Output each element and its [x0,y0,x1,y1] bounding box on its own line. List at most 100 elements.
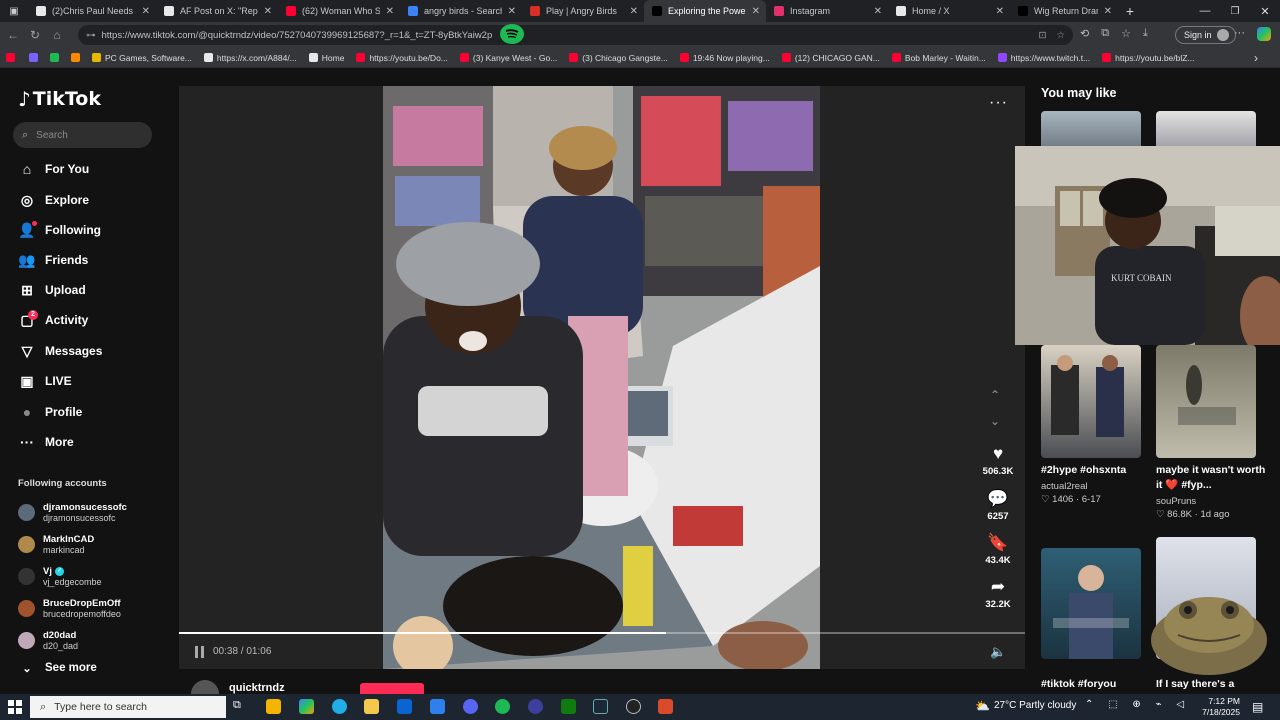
site-info-icon[interactable]: ⊶ [86,30,96,41]
sign-in-button[interactable]: Sign in [1175,26,1236,44]
url-field[interactable]: ⊶ https://www.tiktok.com/@quicktrndz/vid… [78,25,1073,45]
next-video-icon[interactable]: ⌄ [990,414,1000,428]
follow-button[interactable] [360,683,424,694]
xbox-icon[interactable] [561,699,576,714]
copilot-taskbar-icon[interactable] [299,699,314,714]
bookmark-item[interactable]: (3) Chicago Gangste... [569,53,668,63]
photos-icon[interactable] [430,699,445,714]
bookmark-shortcut-icon[interactable] [71,53,80,62]
weather-text[interactable]: 27°C Partly cloudy [994,700,1076,711]
share-button[interactable]: ➦ 32.2K [975,577,1021,610]
nav-item-activity[interactable]: ▢ 2 Activity [18,308,158,332]
browser-tab[interactable]: AF Post on X: "Rep. AO ✕ [156,0,278,22]
bookmark-item[interactable]: Bob Marley - Waitin... [891,53,986,63]
edge-icon[interactable] [332,699,347,714]
recommended-thumbnail[interactable] [1156,111,1256,151]
author-avatar[interactable] [191,680,219,694]
tab-close-icon[interactable]: ✕ [264,6,272,17]
nav-item-upload[interactable]: ⊞ Upload [18,278,158,302]
translate-icon[interactable]: ⊡ [1039,30,1047,41]
nav-item-profile[interactable]: ● Profile [18,400,158,424]
bookmark-item[interactable]: PC Games, Software... [92,53,192,63]
bookmark-shortcut-icon[interactable] [29,53,38,62]
nav-item-for-you[interactable]: ⌂ For You [18,157,158,181]
taskbar-search-input[interactable]: ⌕ Type here to search [30,696,226,718]
volume-icon[interactable]: 🔈 [990,644,1006,660]
tab-close-icon[interactable]: ✕ [630,6,638,17]
more-options-icon[interactable]: ··· [989,94,1008,112]
restore-icon[interactable]: ❐ [1220,6,1250,17]
file-explorer-icon[interactable] [364,699,379,714]
close-window-icon[interactable]: ✕ [1250,5,1280,18]
heart-button[interactable]: ♥ 506.3K [975,444,1021,477]
previous-video-icon[interactable]: ⌃ [990,388,1000,402]
browser-tab[interactable]: Wig Return Dram ✕ [1010,0,1118,22]
media-app-icon[interactable] [528,699,543,714]
comment-button[interactable]: 💬 6257 [975,489,1021,522]
following-account[interactable]: Vj ✓ vj_edgecombe [18,562,168,590]
nav-item-explore[interactable]: ◎ Explore [18,188,158,212]
tab-close-icon[interactable]: ✕ [874,6,882,17]
following-account[interactable]: d20dad d20_dad [18,626,168,654]
nav-item-friends[interactable]: 👥 Friends [18,248,158,272]
video-frame[interactable] [383,86,820,669]
browser-tab[interactable]: Instagram ✕ [766,0,888,22]
copilot-icon[interactable] [1257,27,1271,41]
browser-tab[interactable]: Exploring the Power of ✕ [644,0,766,22]
new-tab-button[interactable]: + [1118,3,1142,19]
video-progress-bar[interactable] [179,632,1025,634]
back-icon[interactable]: ← [2,28,24,42]
bookmarks-overflow-icon[interactable]: › [1254,51,1258,65]
recommended-author[interactable]: actual2real [1041,481,1087,492]
settings-more-icon[interactable]: ··· [1234,27,1245,39]
steam-icon[interactable] [593,699,608,714]
bookmark-item[interactable]: (3) Kanye West - Go... [459,53,557,63]
nav-item-more[interactable]: ··· More [18,430,158,454]
game-app-icon[interactable] [658,699,673,714]
bookmark-item[interactable]: https://x.com/A884/... [203,53,297,63]
browser-tab[interactable]: Home / X ✕ [888,0,1010,22]
tab-close-icon[interactable]: ✕ [386,6,394,17]
refresh-icon[interactable]: ↻ [24,28,46,42]
tab-close-icon[interactable]: ✕ [1104,6,1112,17]
see-more-button[interactable]: ⌄ See more [18,656,158,680]
home-icon[interactable]: ⌂ [46,28,68,42]
recommended-thumbnail[interactable] [1156,345,1256,458]
extensions-icon[interactable]: ⟲ [1080,27,1089,40]
tab-close-icon[interactable]: ✕ [142,6,150,17]
bookmark-item[interactable]: https://youtu.be/Do... [356,53,448,63]
bookmark-item[interactable]: 19:46 Now playing... [679,53,770,63]
following-account[interactable]: MarkInCAD markincad [18,530,168,558]
notifications-icon[interactable]: ▤ [1252,700,1263,714]
tab-close-icon[interactable]: ✕ [996,6,1004,17]
tab-close-icon[interactable]: ✕ [752,6,760,17]
window-menu-icon[interactable]: ▣ [0,0,28,22]
bookmark-item[interactable]: https://youtu.be/blZ... [1102,53,1195,63]
spotify-icon[interactable] [500,24,524,44]
microsoft-store-icon[interactable] [266,699,281,714]
search-input[interactable]: ⌕ Search [13,122,152,148]
nav-item-following[interactable]: 👤 Following [18,218,158,242]
bookmark-item[interactable]: https://www.twitch.t... [997,53,1090,63]
bookmark-button[interactable]: 🔖 43.4K [975,533,1021,566]
favorites-icon[interactable]: ☆ [1121,27,1131,40]
author-name[interactable]: quicktrndz [229,682,285,694]
tab-close-icon[interactable]: ✕ [508,6,516,17]
downloads-icon[interactable]: ⤓ [1143,27,1148,40]
nav-item-messages[interactable]: ▽ Messages [18,339,158,363]
discord-icon[interactable] [463,699,478,714]
browser-tab[interactable]: Play | Angry Birds ✕ [522,0,644,22]
obs-icon[interactable] [626,699,641,714]
spotify-taskbar-icon[interactable] [495,699,510,714]
recommended-thumbnail[interactable] [1041,548,1141,659]
split-screen-icon[interactable]: ⧉ [1101,27,1109,40]
recommended-caption[interactable]: #tiktok #foryou [1041,677,1151,692]
browser-tab[interactable]: (62) Woman Who Shot ✕ [278,0,400,22]
tiktok-logo[interactable]: ♪ TikTok [18,87,101,111]
taskbar-clock[interactable]: 7:12 PM 7/18/2025 [1198,696,1240,718]
task-view-icon[interactable]: ⧉ [233,699,248,714]
outlook-icon[interactable] [397,699,412,714]
bookmark-item[interactable]: (12) CHICAGO GAN... [781,53,880,63]
bookmark-item[interactable]: Home [308,53,344,63]
pause-icon[interactable] [193,644,207,660]
